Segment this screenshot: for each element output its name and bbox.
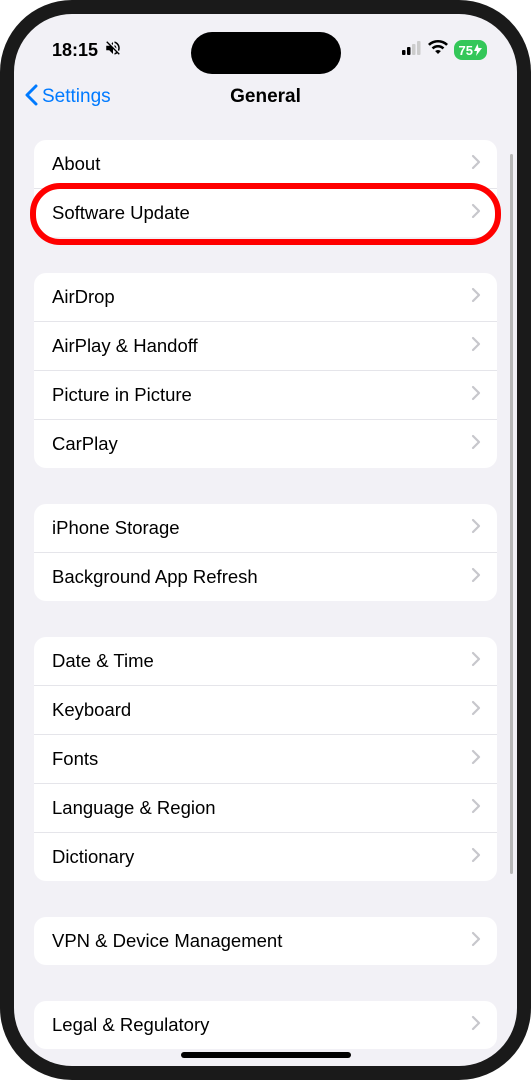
row-label: VPN & Device Management [52, 930, 282, 952]
row-label: About [52, 153, 100, 175]
settings-row[interactable]: CarPlay [34, 420, 497, 468]
settings-row[interactable]: Fonts [34, 735, 497, 784]
settings-list[interactable]: About Software Update AirDrop AirPlay & Han… [14, 122, 517, 1066]
row-label: AirPlay & Handoff [52, 335, 198, 357]
row-label: Dictionary [52, 846, 134, 868]
settings-row[interactable]: About [34, 140, 497, 189]
chevron-right-icon [471, 798, 481, 819]
settings-row[interactable]: Language & Region [34, 784, 497, 833]
scroll-indicator [510, 154, 513, 874]
status-left: 18:15 [52, 39, 122, 62]
cellular-icon [402, 41, 422, 60]
chevron-right-icon [471, 700, 481, 721]
settings-section: About Software Update [34, 140, 497, 237]
settings-row[interactable]: Software Update [34, 189, 497, 237]
back-button[interactable]: Settings [24, 84, 111, 111]
chevron-right-icon [471, 154, 481, 175]
home-indicator[interactable] [181, 1052, 351, 1058]
settings-section: AirDrop AirPlay & Handoff Picture in Pictu… [34, 273, 497, 468]
chevron-right-icon [471, 434, 481, 455]
chevron-right-icon [471, 385, 481, 406]
settings-row[interactable]: Dictionary [34, 833, 497, 881]
phone-screen: 18:15 75 [14, 14, 517, 1066]
settings-section: Date & Time Keyboard Fonts Language & Regio… [34, 637, 497, 881]
dynamic-island [191, 32, 341, 74]
chevron-right-icon [471, 651, 481, 672]
battery-indicator: 75 [454, 40, 487, 60]
row-label: Keyboard [52, 699, 131, 721]
nav-bar: Settings General [14, 72, 517, 122]
settings-row[interactable]: AirDrop [34, 273, 497, 322]
settings-section: iPhone Storage Background App Refresh [34, 504, 497, 601]
row-label: Date & Time [52, 650, 154, 672]
chevron-left-icon [24, 84, 38, 111]
status-right: 75 [402, 40, 487, 60]
phone-frame: 18:15 75 [0, 0, 531, 1080]
chevron-right-icon [471, 847, 481, 868]
settings-row[interactable]: Date & Time [34, 637, 497, 686]
settings-row[interactable]: AirPlay & Handoff [34, 322, 497, 371]
settings-row[interactable]: Keyboard [34, 686, 497, 735]
chevron-right-icon [471, 518, 481, 539]
chevron-right-icon [471, 1015, 481, 1036]
chevron-right-icon [471, 567, 481, 588]
row-label: CarPlay [52, 433, 118, 455]
silent-icon [104, 39, 122, 62]
back-label: Settings [42, 86, 111, 108]
settings-section: VPN & Device Management [34, 917, 497, 965]
chevron-right-icon [471, 931, 481, 952]
chevron-right-icon [471, 287, 481, 308]
settings-section: Legal & Regulatory [34, 1001, 497, 1049]
row-label: Language & Region [52, 797, 216, 819]
row-label: Background App Refresh [52, 566, 258, 588]
wifi-icon [428, 40, 448, 60]
settings-row[interactable]: VPN & Device Management [34, 917, 497, 965]
row-label: iPhone Storage [52, 517, 180, 539]
chevron-right-icon [471, 749, 481, 770]
settings-row[interactable]: Legal & Regulatory [34, 1001, 497, 1049]
chevron-right-icon [471, 336, 481, 357]
settings-row[interactable]: Background App Refresh [34, 553, 497, 601]
page-title: General [230, 86, 301, 108]
row-label: AirDrop [52, 286, 115, 308]
row-label: Legal & Regulatory [52, 1014, 209, 1036]
status-time: 18:15 [52, 40, 98, 61]
chevron-right-icon [471, 203, 481, 224]
settings-row[interactable]: iPhone Storage [34, 504, 497, 553]
row-label: Fonts [52, 748, 98, 770]
row-label: Picture in Picture [52, 384, 192, 406]
row-label: Software Update [52, 202, 190, 224]
settings-row[interactable]: Picture in Picture [34, 371, 497, 420]
